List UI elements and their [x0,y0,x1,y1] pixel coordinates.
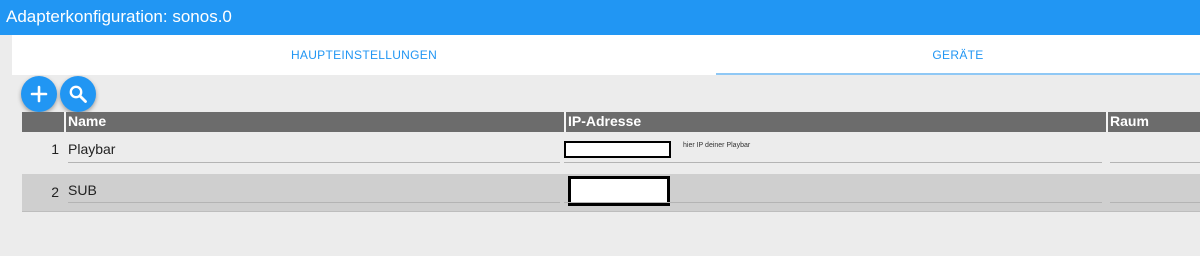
ip-field-underline [564,202,1102,203]
table-header: Name IP-Adresse Raum [22,112,1200,132]
name-field-underline [68,162,560,163]
plus-icon [30,85,48,103]
window-title: Adapterkonfiguration: sonos.0 [6,7,232,26]
column-header-name: Name [68,113,107,129]
table-row: 1 Playbar hier IP deiner Playbar [22,132,1200,174]
room-field-underline[interactable] [1110,202,1200,203]
tab-geraete[interactable]: GERÄTE [716,35,1200,75]
row-index: 1 [51,141,59,157]
ip-address-field[interactable] [564,141,671,158]
header-separator [1106,112,1108,132]
active-tab-indicator [716,73,1200,75]
header-separator [564,112,566,132]
column-header-room: Raum [1110,113,1149,129]
ip-hint-text: hier IP deiner Playbar [683,142,751,149]
table-row: 2 SUB [22,174,1200,212]
tab-bar: HAUPTEINSTELLUNGEN GERÄTE [12,35,1200,75]
device-name-field[interactable]: Playbar [68,141,115,157]
room-field-underline[interactable] [1110,162,1200,163]
add-device-button[interactable] [21,76,57,112]
column-header-ip: IP-Adresse [568,113,642,129]
search-icon [69,85,87,103]
row-index: 2 [51,184,59,200]
device-name-field[interactable]: SUB [68,182,97,198]
title-bar: Adapterkonfiguration: sonos.0 [0,0,1200,35]
ip-field-underline [564,162,1102,163]
devices-table: Name IP-Adresse Raum 1 Playbar hier IP d… [22,112,1200,213]
name-field-underline [68,202,560,203]
search-devices-button[interactable] [60,76,96,112]
tab-haupteinstellungen[interactable]: HAUPTEINSTELLUNGEN [12,35,716,75]
header-separator [64,112,66,132]
